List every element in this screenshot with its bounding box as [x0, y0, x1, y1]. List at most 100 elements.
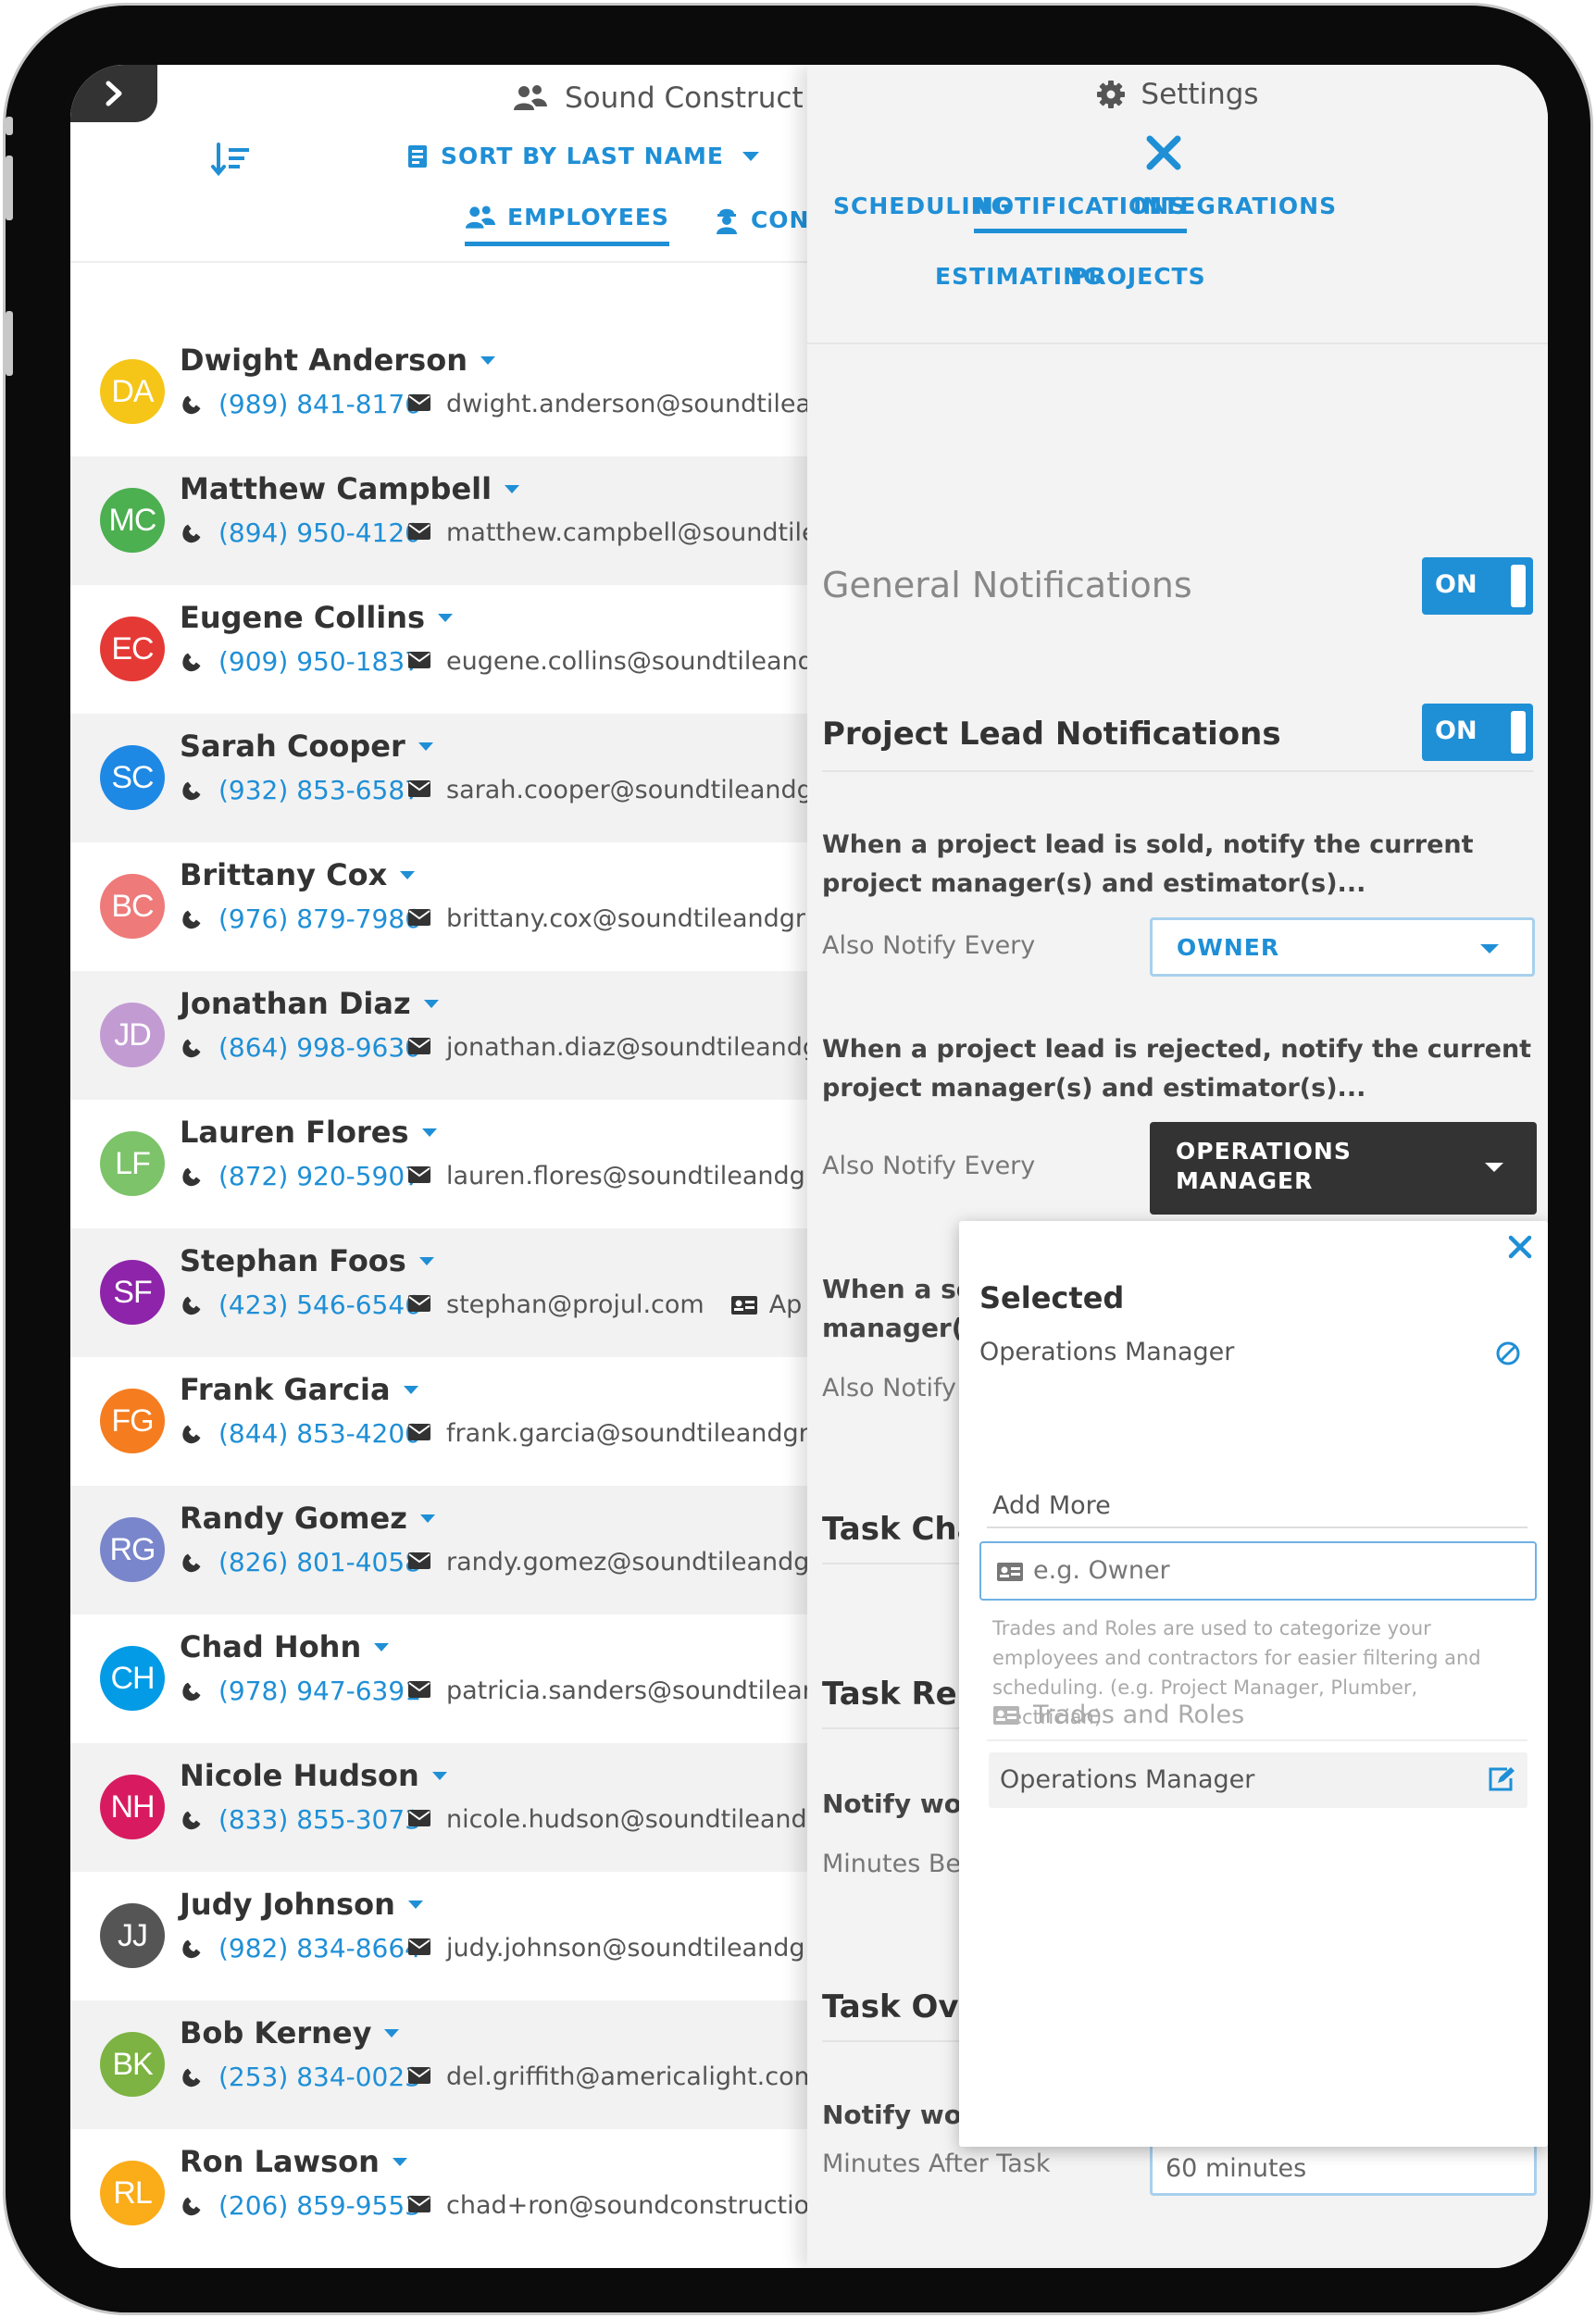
chevron-down-icon — [421, 1128, 437, 1137]
volume-button — [6, 117, 13, 135]
contact-row[interactable]: MC Matthew Campbell (894) 950-4120 matthew.… — [70, 456, 807, 585]
contact-row[interactable]: CH Chad Hohn (978) 947-6391 patricia.sander… — [70, 1614, 807, 1743]
sold-description: When a project lead is sold, notify the … — [822, 830, 1474, 898]
email-link[interactable]: chad+ron@soundconstructio — [446, 2191, 807, 2220]
tab-projects[interactable]: PROJECTS — [1070, 263, 1206, 299]
email-link[interactable]: matthew.campbell@soundtile — [446, 518, 807, 547]
contact-row[interactable]: BK Bob Kerney (253) 834-0023 del.griffith@a… — [70, 2000, 807, 2129]
contact-row[interactable]: RL Ron Lawson (206) 859-9553 chad+ron@sound… — [70, 2129, 807, 2258]
phone-link[interactable]: (423) 546-6546 — [218, 1290, 421, 1320]
email-link[interactable]: brittany.cox@soundtileandgr — [446, 904, 805, 933]
email-link[interactable]: jonathan.diaz@soundtileandg — [446, 1033, 807, 1062]
section-text: Notify wor — [822, 1788, 975, 1819]
contact-name-dropdown[interactable]: Lauren Flores — [180, 1115, 437, 1150]
avatar: DA — [100, 359, 165, 424]
mail-icon-wrap — [407, 779, 431, 802]
toggle-knob — [1511, 565, 1526, 607]
avatar: FG — [100, 1389, 165, 1453]
mail-icon — [408, 1680, 430, 1698]
tab-employees[interactable]: EMPLOYEES — [465, 204, 669, 246]
contact-name-dropdown[interactable]: Dwight Anderson — [180, 343, 495, 378]
role-option[interactable]: Operations Manager — [989, 1752, 1527, 1808]
contact-row[interactable]: NH Nicole Hudson (833) 855-3073 nicole.huds… — [70, 1743, 807, 1872]
minutes-after-task-input[interactable]: 60 minutes — [1150, 2140, 1537, 2196]
contact-row[interactable]: RG Randy Gomez (826) 801-4058 randy.gomez@s… — [70, 1486, 807, 1614]
email-link[interactable]: nicole.hudson@soundtileand — [446, 1805, 807, 1834]
email-link[interactable]: randy.gomez@soundtileandg — [446, 1548, 807, 1576]
email-link[interactable]: eugene.collins@soundtileand — [446, 647, 807, 676]
contact-row[interactable]: EC Eugene Collins (909) 950-1837 eugene.col… — [70, 585, 807, 714]
project-lead-notifications-toggle[interactable]: ON — [1422, 704, 1533, 761]
role-search-input[interactable]: e.g. Owner — [979, 1541, 1537, 1601]
contact-row[interactable]: FG Frank Garcia (844) 853-4200 frank.garcia… — [70, 1357, 807, 1486]
contact-name-dropdown[interactable]: Brittany Cox — [180, 857, 416, 892]
edit-icon[interactable] — [1487, 1765, 1516, 1793]
mail-icon-wrap — [407, 522, 431, 544]
phone-icon — [182, 653, 201, 671]
contact-name-dropdown[interactable]: Frank Garcia — [180, 1372, 418, 1407]
mail-icon-wrap — [407, 1938, 431, 1960]
mail-icon-wrap — [407, 1423, 431, 1445]
phone-link[interactable]: (864) 998-9630 — [218, 1032, 421, 1063]
contact-name-dropdown[interactable]: Eugene Collins — [180, 600, 454, 635]
contact-name-dropdown[interactable]: Stephan Foos — [180, 1243, 434, 1278]
contact-name: Jonathan Diaz — [180, 986, 411, 1021]
email-link[interactable]: patricia.sanders@soundtilean — [446, 1676, 807, 1705]
remove-icon[interactable] — [1494, 1340, 1522, 1367]
phone-link[interactable]: (894) 950-4120 — [218, 517, 421, 548]
contact-name-dropdown[interactable]: Chad Hohn — [180, 1629, 390, 1664]
phone-link[interactable]: (909) 950-1837 — [218, 646, 421, 677]
tab-contractors[interactable]: CONT — [714, 204, 807, 246]
close-icon[interactable] — [1505, 1232, 1535, 1262]
phone-link[interactable]: (833) 855-3073 — [218, 1804, 421, 1835]
phone-link[interactable]: (844) 853-4200 — [218, 1418, 421, 1449]
contact-row[interactable]: JJ Judy Johnson (982) 834-8664 judy.johnson… — [70, 1872, 807, 2000]
avatar: LF — [100, 1131, 165, 1196]
phone-link[interactable]: (826) 801-4058 — [218, 1547, 421, 1577]
contact-name-dropdown[interactable]: Sarah Cooper — [180, 729, 433, 764]
contact-row[interactable]: DA Dwight Anderson (989) 841-8176 dwight.an… — [70, 328, 807, 456]
email-link[interactable]: sarah.cooper@soundtileandg — [446, 776, 807, 804]
phone-link[interactable]: (978) 947-6391 — [218, 1676, 421, 1706]
contact-name-dropdown[interactable]: Nicole Hudson — [180, 1758, 447, 1793]
email-link[interactable]: dwight.anderson@soundtilea — [446, 390, 807, 418]
sort-dropdown[interactable]: SORT BY LAST NAME — [407, 143, 759, 169]
contact-row[interactable]: BC Brittany Cox (976) 879-7986 brittany.cox… — [70, 842, 807, 971]
chevron-right-icon — [106, 81, 122, 106]
contact-name-dropdown[interactable]: Matthew Campbell — [180, 471, 520, 506]
contact-name: Lauren Flores — [180, 1115, 409, 1150]
contact-row[interactable]: LF Lauren Flores (872) 920-5907 lauren.flor… — [70, 1100, 807, 1228]
sort-icon[interactable] — [211, 141, 252, 178]
sold-also-notify-select[interactable]: OWNER — [1150, 917, 1535, 977]
contact-name-dropdown[interactable]: Judy Johnson — [180, 1887, 423, 1922]
email-link[interactable]: lauren.flores@soundtileandgr — [446, 1162, 807, 1190]
close-icon[interactable] — [1141, 130, 1187, 176]
contact-name-dropdown[interactable]: Bob Kerney — [180, 2015, 400, 2050]
rejected-also-notify-select[interactable]: OPERATIONS MANAGER — [1150, 1122, 1537, 1215]
email-link[interactable]: del.griffith@americalight.com — [446, 2063, 807, 2091]
phone-link[interactable]: (206) 859-9553 — [218, 2190, 421, 2221]
tab-integrations[interactable]: INTEGRATIONS — [1133, 193, 1337, 229]
contact-details: (833) 855-3073 nicole.hudson@soundtileand — [180, 1804, 807, 1835]
email-link[interactable]: stephan@projul.com — [446, 1290, 704, 1319]
contact-name-dropdown[interactable]: Ron Lawson — [180, 2144, 407, 2179]
expand-panel-button[interactable] — [70, 65, 157, 122]
contact-name-dropdown[interactable]: Randy Gomez — [180, 1501, 435, 1536]
chevron-down-icon — [418, 742, 433, 751]
contact-row[interactable]: SC Sarah Cooper (932) 853-6587 sarah.cooper… — [70, 714, 807, 842]
phone-link[interactable]: (932) 853-6587 — [218, 775, 421, 805]
phone-link[interactable]: (982) 834-8664 — [218, 1933, 421, 1963]
general-notifications-toggle[interactable]: ON — [1422, 557, 1533, 615]
phone-link[interactable]: (976) 879-7986 — [218, 904, 421, 934]
company-header: Sound Construct — [513, 78, 804, 118]
contact-row[interactable]: JD Jonathan Diaz (864) 998-9630 jonathan.di… — [70, 971, 807, 1100]
phone-link[interactable]: (253) 834-0023 — [218, 2062, 421, 2092]
tablet-frame: Sound Construct SORT BY LAST NAME EMPLOY… — [6, 6, 1590, 2312]
phone-link[interactable]: (989) 841-8176 — [218, 389, 421, 419]
email-link[interactable]: frank.garcia@soundtileandgr — [446, 1419, 807, 1448]
email-link[interactable]: judy.johnson@soundtileandg — [446, 1934, 805, 1963]
contact-name-dropdown[interactable]: Jonathan Diaz — [180, 986, 439, 1021]
contact-row[interactable]: SF Stephan Foos (423) 546-6546 stephan@proj… — [70, 1228, 807, 1357]
mail-icon-wrap — [407, 1294, 431, 1316]
phone-link[interactable]: (872) 920-5907 — [218, 1161, 421, 1191]
